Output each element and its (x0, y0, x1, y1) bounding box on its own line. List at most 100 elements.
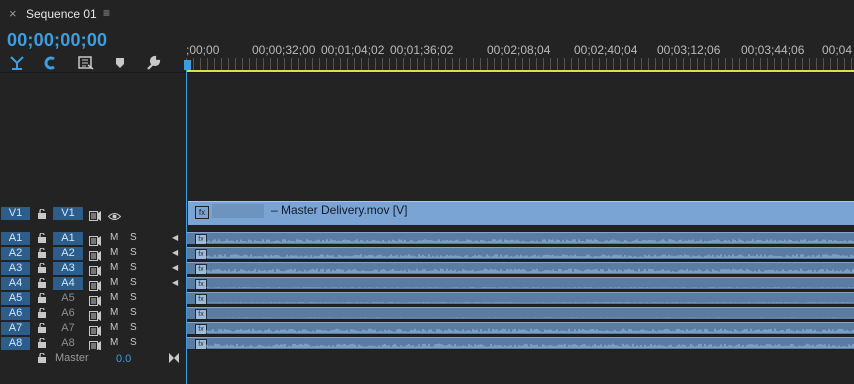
video-track-header-v1: V1 V1 (0, 200, 185, 226)
linked-selection-icon[interactable] (41, 55, 59, 71)
solo-button[interactable]: S (130, 292, 137, 303)
track-target[interactable]: A7 (1, 322, 30, 335)
track-expand-icon[interactable]: ◀ (172, 263, 178, 272)
sync-lock-icon[interactable] (89, 263, 101, 276)
mute-button[interactable]: M (110, 277, 118, 288)
playhead-timecode[interactable]: 00;00;00;00 (7, 30, 107, 51)
lock-icon[interactable] (37, 352, 47, 364)
lock-icon[interactable] (37, 262, 47, 274)
audio-track-header-1: A1 A1 M S ◀ (0, 231, 185, 246)
track-expand-icon[interactable]: ◀ (172, 248, 178, 257)
audio-clip[interactable]: fx (187, 247, 854, 259)
mute-button[interactable]: M (110, 307, 118, 318)
track-target-v1[interactable]: V1 (1, 207, 30, 220)
solo-button[interactable]: S (130, 247, 137, 258)
lock-icon[interactable] (37, 208, 47, 220)
audio-lane: fx (187, 321, 854, 335)
audio-track-header-6: A6 A6 M S (0, 306, 185, 321)
sequence-tab-title[interactable]: Sequence 01 (26, 7, 97, 21)
track-target[interactable]: A3 (1, 262, 30, 275)
header-divider (0, 72, 854, 73)
master-volume[interactable]: 0.0 (116, 353, 131, 365)
lock-icon[interactable] (37, 337, 47, 349)
audio-lane: fx (187, 231, 854, 245)
source-patch[interactable]: A7 (53, 322, 83, 335)
go-to-end-icon[interactable] (168, 353, 180, 366)
ruler-label: 00;02;08;04 (487, 43, 551, 57)
time-ruler[interactable]: ;00;00 00;00;32;00 00;01;04;02 00;01;36;… (186, 38, 854, 72)
lock-icon[interactable] (37, 232, 47, 244)
audio-track-header-5: A5 A5 M S (0, 291, 185, 306)
solo-button[interactable]: S (130, 277, 137, 288)
sync-lock-icon[interactable] (89, 293, 101, 306)
sync-lock-icon[interactable] (89, 278, 101, 291)
sync-lock-icon[interactable] (89, 338, 101, 351)
audio-lane: fx (187, 291, 854, 305)
audio-track-header-8: A8 A8 M S (0, 336, 185, 351)
mute-button[interactable]: M (110, 247, 118, 258)
lock-icon[interactable] (37, 322, 47, 334)
playhead-handle[interactable] (184, 60, 191, 70)
source-patch[interactable]: A5 (53, 292, 83, 305)
sync-lock-icon[interactable] (89, 208, 101, 221)
source-patch-v1[interactable]: V1 (53, 207, 83, 220)
waveform (203, 239, 854, 243)
audio-clip[interactable]: fx (187, 277, 854, 289)
audio-clip[interactable]: fx (187, 232, 854, 244)
lock-icon[interactable] (37, 277, 47, 289)
clip-name-redacted (212, 204, 264, 218)
sync-lock-icon[interactable] (89, 233, 101, 246)
track-expand-icon[interactable]: ◀ (172, 233, 178, 242)
mute-button[interactable]: M (110, 262, 118, 273)
audio-lane: fx (187, 246, 854, 260)
video-clip[interactable]: fx – Master Delivery.mov [V] (188, 201, 854, 225)
track-target[interactable]: A2 (1, 247, 30, 260)
solo-button[interactable]: S (130, 307, 137, 318)
track-target[interactable]: A5 (1, 292, 30, 305)
track-target[interactable]: A1 (1, 232, 30, 245)
track-expand-icon[interactable]: ◀ (172, 278, 178, 287)
track-target[interactable]: A6 (1, 307, 30, 320)
sync-lock-icon[interactable] (89, 308, 101, 321)
solo-button[interactable]: S (130, 322, 137, 333)
eye-icon[interactable] (107, 208, 122, 226)
ruler-label: 00;01;04;02 (321, 43, 385, 57)
source-patch[interactable]: A8 (53, 337, 83, 350)
panel-menu-icon[interactable]: ≡ (103, 6, 110, 20)
audio-clip[interactable]: fx (187, 262, 854, 274)
lock-icon[interactable] (37, 307, 47, 319)
ruler-label: 00;03;12;06 (657, 43, 721, 57)
audio-clip[interactable]: fx (187, 322, 854, 334)
lock-icon[interactable] (37, 292, 47, 304)
source-patch[interactable]: A4 (53, 277, 83, 290)
mute-button[interactable]: M (110, 322, 118, 333)
source-patch[interactable]: A3 (53, 262, 83, 275)
source-patch[interactable]: A6 (53, 307, 83, 320)
ruler-label: ;00;00 (186, 43, 220, 57)
mute-button[interactable]: M (110, 292, 118, 303)
sync-lock-icon[interactable] (89, 323, 101, 336)
source-patch[interactable]: A2 (53, 247, 83, 260)
solo-button[interactable]: S (130, 262, 137, 273)
audio-clip[interactable]: fx (187, 307, 854, 319)
audio-clip[interactable]: fx (187, 292, 854, 304)
mute-button[interactable]: M (110, 232, 118, 243)
track-target[interactable]: A8 (1, 337, 30, 350)
source-patch[interactable]: A1 (53, 232, 83, 245)
close-tab-icon[interactable]: × (9, 6, 17, 21)
playhead-line (186, 70, 187, 384)
panel-tab-bar: × Sequence 01 ≡ (0, 0, 854, 27)
sync-lock-icon[interactable] (89, 248, 101, 261)
insert-nest-icon[interactable] (77, 55, 95, 71)
audio-clip[interactable]: fx (187, 337, 854, 349)
mute-button[interactable]: M (110, 337, 118, 348)
ruler-label: 00;01;36;02 (390, 43, 454, 57)
lock-icon[interactable] (37, 247, 47, 259)
track-target[interactable]: A4 (1, 277, 30, 290)
add-marker-icon[interactable] (111, 55, 129, 71)
audio-lane: fx (187, 336, 854, 350)
wrench-settings-icon[interactable] (144, 55, 162, 71)
solo-button[interactable]: S (130, 232, 137, 243)
solo-button[interactable]: S (130, 337, 137, 348)
snap-icon[interactable] (8, 55, 26, 71)
